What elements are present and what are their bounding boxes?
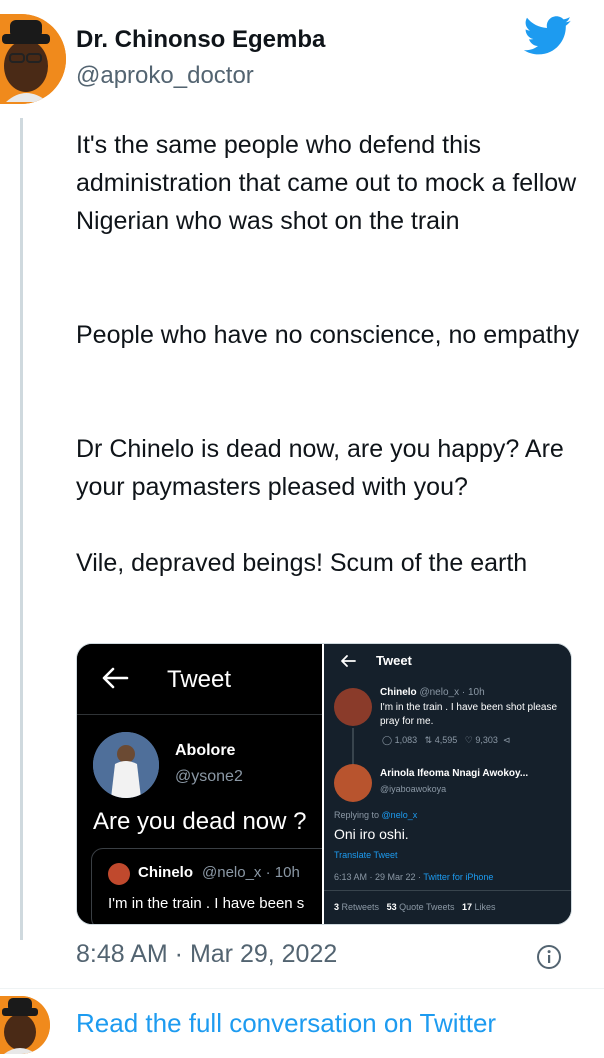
footer-avatar[interactable] bbox=[0, 996, 50, 1054]
reply-count: 1,083 bbox=[394, 735, 418, 745]
first-tweet-actions: ◯ 1,083 ⇅ 4,595 ♡ 9,303 ⊲ bbox=[382, 735, 510, 746]
arinola-avatar bbox=[334, 764, 372, 802]
share-icon[interactable]: ⊲ bbox=[503, 735, 511, 745]
retweet-count: 4,595 bbox=[434, 735, 458, 745]
back-arrow-icon bbox=[101, 666, 129, 690]
footer-divider bbox=[0, 988, 604, 989]
first-tweet-meta: @nelo_x · 10h bbox=[419, 687, 485, 698]
tweet-paragraph: People who have no conscience, no empath… bbox=[76, 321, 580, 349]
left-user-avatar bbox=[93, 732, 159, 798]
tweet-paragraph: It's the same people who defend this adm… bbox=[76, 131, 577, 235]
replying-prefix: Replying to bbox=[334, 810, 380, 820]
tweet-paragraph: Dr Chinelo is dead now, are you happy? A… bbox=[76, 435, 564, 501]
source-link[interactable]: Twitter for iPhone bbox=[423, 872, 493, 882]
first-tweet-header: Chinelo @nelo_x · 10h bbox=[380, 687, 485, 698]
back-arrow-icon bbox=[340, 654, 356, 668]
left-user-name: Abolore bbox=[175, 742, 236, 759]
right-header-title: Tweet bbox=[376, 653, 412, 668]
replying-handle[interactable]: @nelo_x bbox=[382, 810, 418, 820]
left-tweet-text: Are you dead now ? bbox=[93, 808, 307, 835]
media-image-right[interactable]: Tweet Chinelo @nelo_x · 10h I'm in the t… bbox=[324, 644, 571, 924]
like-count: 9,303 bbox=[475, 735, 498, 745]
quotes-count: 53 bbox=[386, 902, 397, 912]
quoted-meta: @nelo_x · 10h bbox=[202, 864, 300, 881]
retweets-count: 3 bbox=[334, 902, 340, 912]
reply-icon[interactable]: ◯ bbox=[382, 735, 392, 745]
second-tweet-text: Oni iro oshi. bbox=[334, 826, 409, 842]
first-tweet-text: I'm in the train . I have been shot plea… bbox=[380, 702, 558, 727]
tweet-paragraph: Vile, depraved beings! Scum of the earth bbox=[76, 549, 528, 577]
tweet-stats: 3 Retweets 53 Quote Tweets 17 Likes bbox=[334, 902, 496, 912]
replying-to: Replying to @nelo_x bbox=[334, 810, 417, 820]
author-handle[interactable]: @aproko_doctor bbox=[76, 62, 254, 90]
tweet-media[interactable]: Tweet Abolore @ysone2 Are you dead now ?… bbox=[76, 643, 572, 925]
quoted-name: Chinelo bbox=[138, 864, 193, 881]
second-tweet-time: 6:13 AM · 29 Mar 22 · Twitter for iPhone bbox=[334, 872, 493, 882]
left-quoted-tweet: Chinelo @nelo_x · 10h I'm in the train .… bbox=[91, 848, 343, 924]
author-avatar[interactable] bbox=[0, 14, 66, 104]
like-icon[interactable]: ♡ bbox=[465, 735, 473, 745]
left-header-title: Tweet bbox=[167, 666, 232, 693]
likes-count: 17 bbox=[462, 902, 473, 912]
reply-thread-line bbox=[352, 728, 354, 766]
time-text: 6:13 AM · 29 Mar 22 · bbox=[334, 872, 424, 882]
twitter-bird-icon[interactable] bbox=[523, 16, 572, 56]
quotes-label: Quote Tweets bbox=[399, 902, 455, 912]
media-image-left[interactable]: Tweet Abolore @ysone2 Are you dead now ?… bbox=[77, 644, 343, 924]
info-icon[interactable] bbox=[536, 944, 562, 970]
retweets-label: Retweets bbox=[341, 902, 380, 912]
thread-line bbox=[20, 118, 23, 940]
left-user-handle: @ysone2 bbox=[175, 768, 243, 785]
tweet-timestamp[interactable]: 8:48 AM · Mar 29, 2022 bbox=[76, 940, 337, 969]
second-tweet-handle: @iyaboawokoya bbox=[380, 784, 447, 794]
left-header-divider bbox=[77, 714, 322, 715]
likes-label: Likes bbox=[474, 902, 496, 912]
first-tweet-name: Chinelo bbox=[380, 687, 417, 698]
translate-link[interactable]: Translate Tweet bbox=[334, 850, 398, 860]
author-name[interactable]: Dr. Chinonso Egemba bbox=[76, 26, 325, 54]
stats-divider bbox=[324, 890, 571, 891]
quoted-text: I'm in the train . I have been s bbox=[108, 895, 305, 912]
retweet-icon[interactable]: ⇅ bbox=[425, 735, 433, 745]
read-conversation-link[interactable]: Read the full conversation on Twitter bbox=[76, 1008, 496, 1039]
quoted-avatar bbox=[108, 863, 130, 885]
chinelo-avatar bbox=[334, 688, 372, 726]
second-tweet-name: Arinola Ifeoma Nnagi Awokoy... bbox=[380, 768, 529, 779]
